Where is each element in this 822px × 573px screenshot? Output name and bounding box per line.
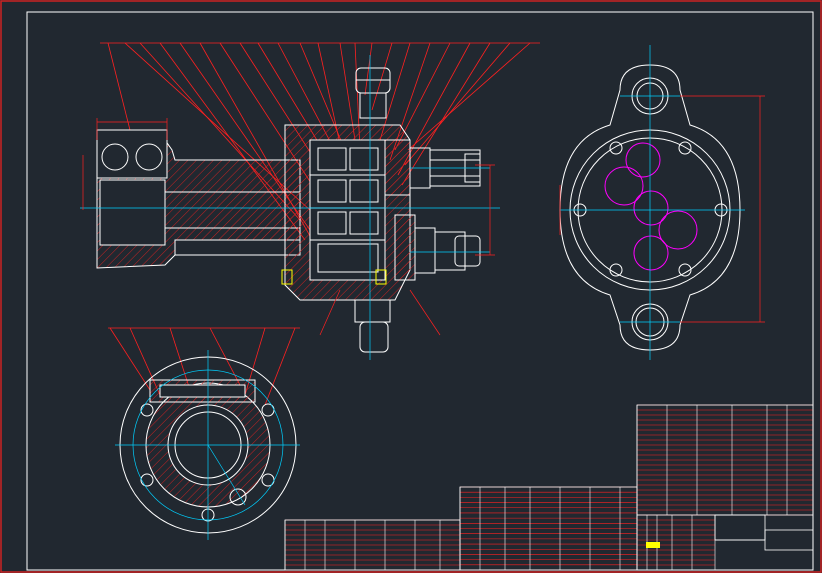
drawing-line [401, 42, 491, 186]
bottom-adjust-knob [354, 299, 391, 353]
side-view-center-lines [560, 45, 745, 360]
bolt-hole-2 [678, 141, 692, 155]
parts-list-middle [459, 486, 638, 571]
drawing-line [107, 42, 131, 131]
top-adjust-knob [355, 67, 391, 119]
drawing-line [404, 42, 511, 166]
bolt-hole-5 [609, 263, 623, 277]
side-view [559, 45, 765, 360]
drawing-line [371, 42, 393, 111]
bolt-hole-1 [609, 141, 623, 155]
cad-drawing-canvas [0, 0, 822, 573]
right-output-shaft-lower [394, 214, 481, 281]
left-arm-housing [96, 129, 301, 269]
bottom-section-view [108, 327, 300, 540]
outer-sheet-frame [0, 0, 822, 573]
front-section-view [80, 42, 540, 360]
drawing-line [407, 42, 531, 151]
side-view-dimensions [559, 95, 765, 323]
title-block [284, 404, 814, 571]
parts-list-upper-right [636, 404, 814, 516]
drawing-line [209, 327, 241, 386]
title-block-stamp [646, 542, 660, 548]
drawing-line [364, 42, 373, 96]
flange-bolt-1 [140, 403, 154, 417]
drawing-line [264, 327, 296, 406]
flange-bolt-3 [140, 473, 154, 487]
side-view-gears [604, 142, 698, 271]
right-output-shaft-upper [384, 139, 481, 196]
